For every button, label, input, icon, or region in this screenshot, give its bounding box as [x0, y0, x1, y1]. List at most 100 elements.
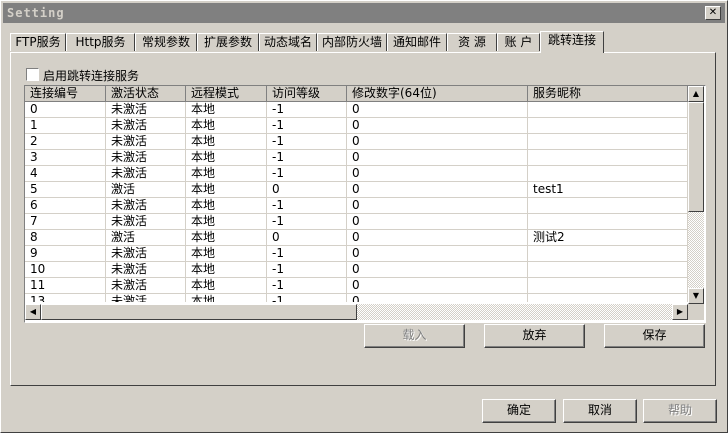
table-row[interactable]: 5 激活 本地 0 0 test1 — [25, 182, 688, 198]
cell-mode[interactable]: 本地 — [186, 246, 267, 262]
enable-redirect-checkbox[interactable] — [26, 68, 39, 81]
cell-number[interactable]: 0 — [347, 294, 528, 302]
cell-nickname[interactable] — [528, 246, 688, 262]
title-bar[interactable]: Setting ✕ — [3, 3, 725, 23]
cell-status[interactable]: 未激活 — [106, 118, 186, 134]
table-row[interactable]: 11 未激活 本地 -1 0 — [25, 278, 688, 294]
cell-level[interactable]: -1 — [267, 134, 347, 150]
cell-number[interactable]: 0 — [347, 118, 528, 134]
cell-nickname[interactable] — [528, 214, 688, 230]
table-row[interactable]: 4 未激活 本地 -1 0 — [25, 166, 688, 182]
table-row[interactable]: 7 未激活 本地 -1 0 — [25, 214, 688, 230]
cell-number[interactable]: 0 — [347, 102, 528, 118]
cell-level[interactable]: -1 — [267, 214, 347, 230]
column-header[interactable]: 远程模式 — [186, 86, 267, 102]
cell-level[interactable]: -1 — [267, 198, 347, 214]
cell-nickname[interactable] — [528, 262, 688, 278]
horizontal-scroll-thumb[interactable] — [41, 304, 357, 320]
table-row[interactable]: 1 未激活 本地 -1 0 — [25, 118, 688, 134]
cell-number[interactable]: 0 — [347, 134, 528, 150]
scroll-left-icon[interactable]: ◀ — [25, 304, 41, 320]
cell-status[interactable]: 激活 — [106, 182, 186, 198]
cell-mode[interactable]: 本地 — [186, 166, 267, 182]
cell-nickname[interactable] — [528, 150, 688, 166]
cell-mode[interactable]: 本地 — [186, 262, 267, 278]
cell-status[interactable]: 未激活 — [106, 278, 186, 294]
cell-mode[interactable]: 本地 — [186, 150, 267, 166]
scroll-down-icon[interactable]: ▼ — [688, 288, 704, 304]
cell-number[interactable]: 0 — [347, 182, 528, 198]
table-row[interactable]: 10 未激活 本地 -1 0 — [25, 262, 688, 278]
cell-number[interactable]: 0 — [347, 278, 528, 294]
cell-number[interactable]: 0 — [347, 230, 528, 246]
cell-mode[interactable]: 本地 — [186, 278, 267, 294]
cell-level[interactable]: -1 — [267, 102, 347, 118]
cell-mode[interactable]: 本地 — [186, 102, 267, 118]
table-row[interactable]: 6 未激活 本地 -1 0 — [25, 198, 688, 214]
tab-resources[interactable]: 资 源 — [447, 33, 497, 51]
cell-level[interactable]: -1 — [267, 150, 347, 166]
cell-level[interactable]: -1 — [267, 278, 347, 294]
table-row[interactable]: 0 未激活 本地 -1 0 — [25, 102, 688, 118]
cell-status[interactable]: 未激活 — [106, 262, 186, 278]
scroll-right-icon[interactable]: ▶ — [672, 304, 688, 320]
cell-number[interactable]: 0 — [347, 262, 528, 278]
cell-status[interactable]: 未激活 — [106, 198, 186, 214]
cell-level[interactable]: -1 — [267, 246, 347, 262]
cell-mode[interactable]: 本地 — [186, 182, 267, 198]
tab-ddns[interactable]: 动态域名 — [259, 33, 317, 51]
save-button[interactable]: 保存 — [604, 324, 705, 348]
close-icon[interactable]: ✕ — [705, 6, 721, 20]
cell-status[interactable]: 未激活 — [106, 294, 186, 302]
cell-nickname[interactable] — [528, 134, 688, 150]
load-button[interactable]: 载入 — [364, 324, 465, 348]
cell-level[interactable]: -1 — [267, 262, 347, 278]
cell-nickname[interactable] — [528, 278, 688, 294]
cell-mode[interactable]: 本地 — [186, 134, 267, 150]
cell-status[interactable]: 激活 — [106, 230, 186, 246]
cell-number[interactable]: 0 — [347, 214, 528, 230]
tab-mail[interactable]: 通知邮件 — [387, 33, 447, 51]
cell-mode[interactable]: 本地 — [186, 214, 267, 230]
table-row[interactable]: 13 未激活 本地 -1 0 — [25, 294, 688, 302]
column-header[interactable]: 修改数字(64位) — [347, 86, 528, 102]
cell-number[interactable]: 0 — [347, 246, 528, 262]
cell-level[interactable]: -1 — [267, 166, 347, 182]
column-header[interactable]: 服务昵称 — [528, 86, 688, 102]
table-row[interactable]: 8 激活 本地 0 0 测试2 — [25, 230, 688, 246]
scroll-up-icon[interactable]: ▲ — [688, 86, 704, 102]
cell-nickname[interactable]: test1 — [528, 182, 688, 198]
cell-nickname[interactable] — [528, 102, 688, 118]
horizontal-scrollbar[interactable]: ◀ ▶ — [25, 304, 688, 320]
cell-number[interactable]: 0 — [347, 166, 528, 182]
tab-ftp[interactable]: FTP服务 — [10, 33, 66, 51]
cell-nickname[interactable] — [528, 198, 688, 214]
table-row[interactable]: 3 未激活 本地 -1 0 — [25, 150, 688, 166]
cell-mode[interactable]: 本地 — [186, 118, 267, 134]
tab-accounts[interactable]: 账 户 — [497, 33, 540, 51]
cell-nickname[interactable] — [528, 118, 688, 134]
help-button[interactable]: 帮助 — [643, 399, 717, 423]
ok-button[interactable]: 确定 — [482, 399, 556, 423]
cell-number[interactable]: 0 — [347, 150, 528, 166]
tab-general[interactable]: 常规参数 — [135, 33, 197, 51]
cancel-button[interactable]: 取消 — [563, 399, 637, 423]
tab-redirect[interactable]: 跳转连接 — [540, 31, 604, 53]
cell-status[interactable]: 未激活 — [106, 166, 186, 182]
discard-button[interactable]: 放弃 — [484, 324, 585, 348]
cell-mode[interactable]: 本地 — [186, 198, 267, 214]
column-header[interactable]: 激活状态 — [106, 86, 186, 102]
cell-status[interactable]: 未激活 — [106, 134, 186, 150]
cell-level[interactable]: -1 — [267, 294, 347, 302]
column-header[interactable]: 访问等级 — [267, 86, 347, 102]
cell-nickname[interactable]: 测试2 — [528, 230, 688, 246]
table-row[interactable]: 9 未激活 本地 -1 0 — [25, 246, 688, 262]
cell-level[interactable]: -1 — [267, 118, 347, 134]
cell-status[interactable]: 未激活 — [106, 150, 186, 166]
cell-number[interactable]: 0 — [347, 198, 528, 214]
cell-nickname[interactable] — [528, 166, 688, 182]
cell-mode[interactable]: 本地 — [186, 230, 267, 246]
cell-status[interactable]: 未激活 — [106, 246, 186, 262]
cell-level[interactable]: 0 — [267, 230, 347, 246]
cell-status[interactable]: 未激活 — [106, 102, 186, 118]
